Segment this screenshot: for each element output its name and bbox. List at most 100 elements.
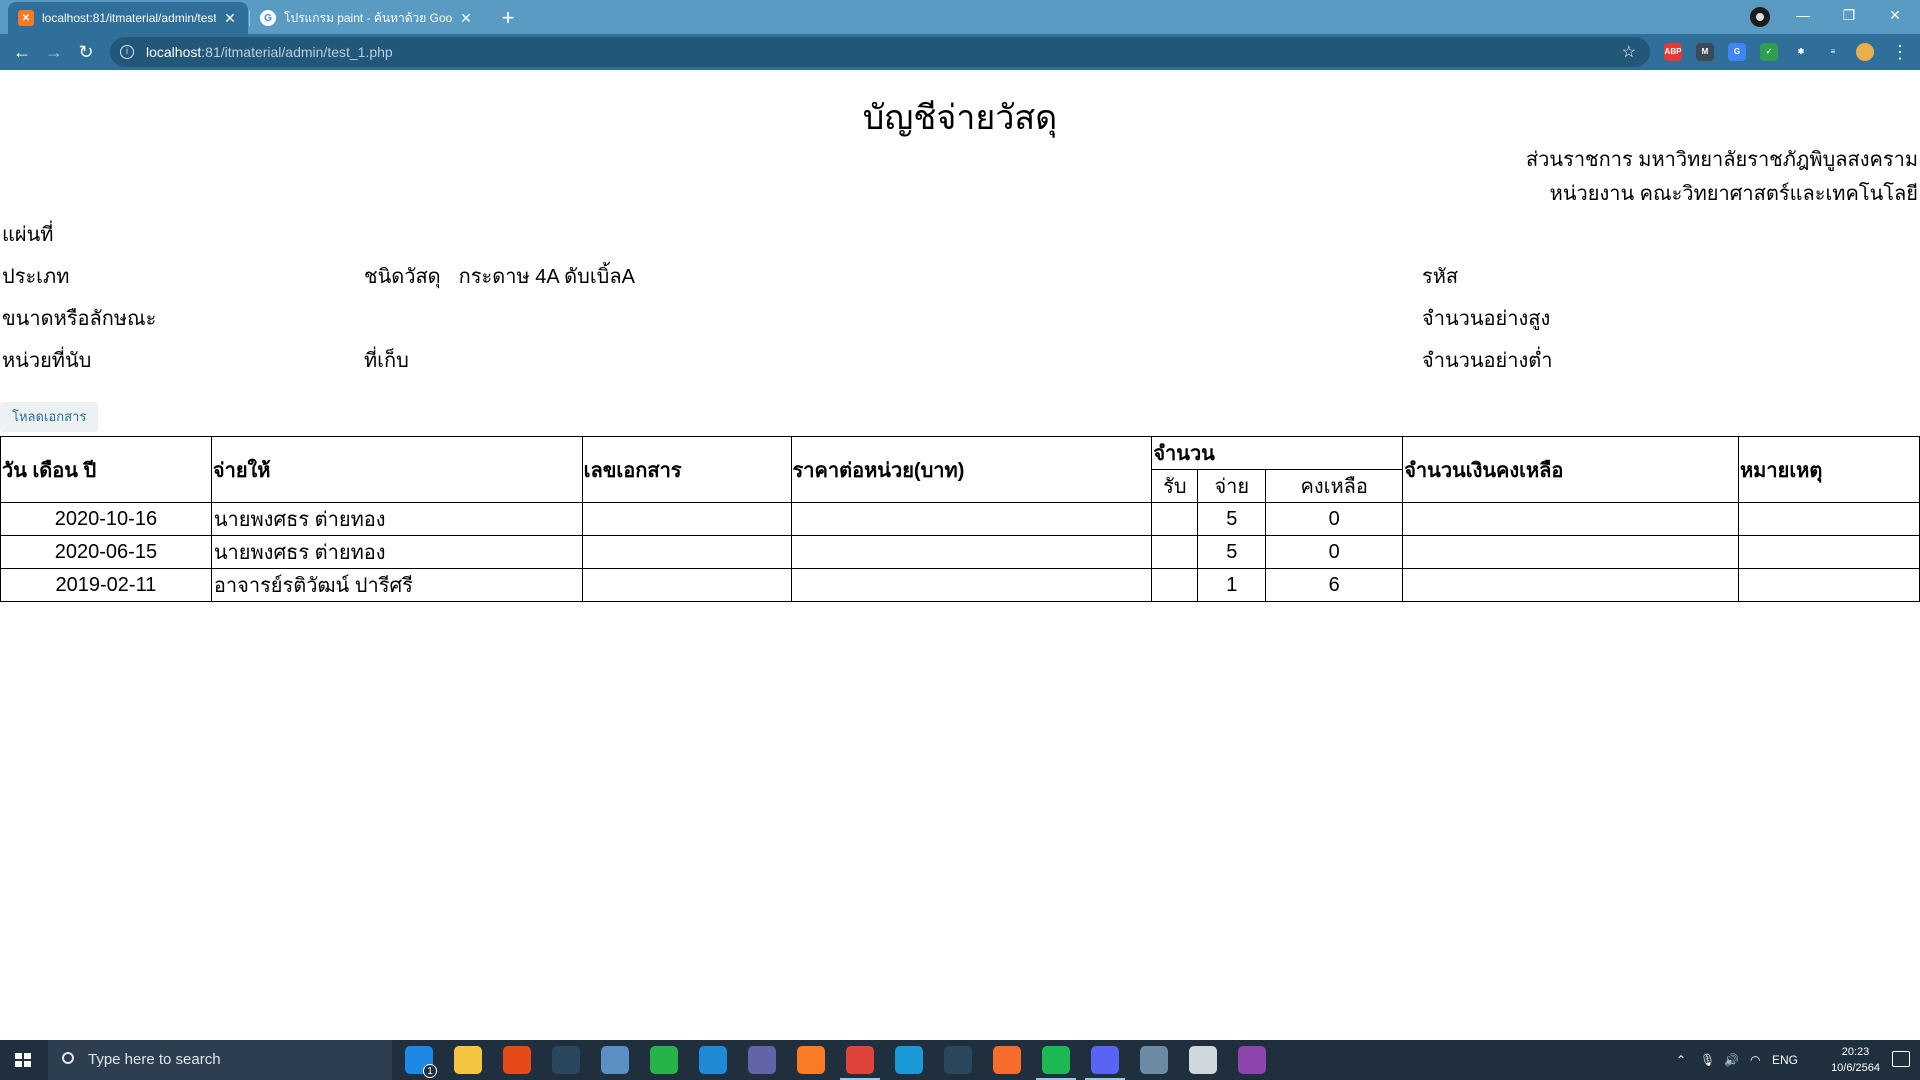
- tab-localhost[interactable]: ✕ localhost:81/itmaterial/admin/test_1.p…: [8, 2, 248, 34]
- tab-title: localhost:81/itmaterial/admin/test_1.php: [42, 11, 216, 25]
- cell-note: [1738, 535, 1920, 569]
- header-note: หมายเหตุ: [1738, 436, 1920, 503]
- issue-ledger-table: วัน เดือน ปี จ่ายให้ เลขเอกสาร ราคาต่อหน…: [0, 436, 1920, 602]
- material-label: ชนิดวัสดุ: [364, 266, 441, 288]
- office-icon[interactable]: [503, 1046, 531, 1074]
- cell-remaining: 6: [1265, 568, 1404, 602]
- search-icon: [62, 1052, 74, 1064]
- table-row: 2020-06-15 นายพงศธร ต่ายทอง 5 0: [0, 535, 1920, 569]
- cell-pay-to: นายพงศธร ต่ายทอง: [210, 502, 583, 536]
- cell-receive: [1151, 535, 1199, 569]
- wifi-icon[interactable]: ◠: [1750, 1040, 1760, 1080]
- cell-doc-no: [581, 502, 792, 536]
- taskbar-search[interactable]: Type here to search: [48, 1040, 392, 1080]
- origin-icon[interactable]: [993, 1046, 1021, 1074]
- header-unit-price: ราคาต่อหน่วย(บาท): [790, 436, 1153, 503]
- steam-icon-2[interactable]: [944, 1046, 972, 1074]
- cell-amount: [1402, 535, 1739, 569]
- code-label: รหัส: [1422, 266, 1459, 288]
- media-control-icon[interactable]: [1750, 7, 1770, 27]
- paint-drop-icon[interactable]: [1238, 1046, 1266, 1074]
- start-button[interactable]: [0, 1040, 46, 1080]
- chrome-icon[interactable]: [840, 1046, 880, 1080]
- url-text: localhost:81/itmaterial/admin/test_1.php: [146, 44, 393, 60]
- reload-button[interactable]: ↻: [72, 38, 100, 66]
- bookmark-star-icon[interactable]: ☆: [1622, 42, 1636, 62]
- file-explorer-icon[interactable]: [454, 1046, 482, 1074]
- download-document-button[interactable]: โหลดเอกสาร: [0, 402, 99, 432]
- google-icon: G: [260, 10, 276, 26]
- cell-amount: [1402, 502, 1739, 536]
- table-row: 2019-02-11 อาจารย์รติวัฒน์ ปารีศรี 1 6: [0, 568, 1920, 602]
- mail-badge: 1: [423, 1064, 437, 1078]
- translate-icon[interactable]: G: [1728, 43, 1746, 61]
- puzzle-icon[interactable]: ✱: [1792, 43, 1810, 61]
- header-issue: จ่าย: [1197, 469, 1267, 503]
- department-line: หน่วยงาน คณะวิทยาศาสตร์และเทคโนโลยี: [1549, 183, 1918, 205]
- menu-icon[interactable]: ⋮: [1886, 38, 1914, 66]
- cell-amount: [1402, 568, 1739, 602]
- header-doc-no: เลขเอกสาร: [581, 436, 792, 503]
- microphone-icon[interactable]: 🎙: [1700, 1040, 1715, 1080]
- back-button[interactable]: ←: [8, 38, 36, 66]
- url-path: :81/itmaterial/admin/test_1.php: [201, 44, 393, 60]
- restore-button[interactable]: ❐: [1826, 0, 1872, 30]
- discord-icon[interactable]: [1085, 1046, 1125, 1080]
- cell-pay-to: อาจารย์รติวัฒน์ ปารีศรี: [210, 568, 583, 602]
- cell-issue: 5: [1197, 535, 1267, 569]
- avatar-icon[interactable]: [1856, 43, 1874, 61]
- clock-date: 10/6/2564: [1831, 1062, 1880, 1074]
- cell-unit-price: [790, 502, 1153, 536]
- search-placeholder: Type here to search: [88, 1051, 221, 1068]
- network-icon[interactable]: [601, 1046, 629, 1074]
- unit-label: หน่วยที่นับ: [2, 350, 92, 372]
- new-tab-button[interactable]: +: [494, 4, 522, 32]
- remote-desktop-icon[interactable]: [1140, 1046, 1168, 1074]
- close-window-button[interactable]: ✕: [1872, 0, 1918, 30]
- material-field: ชนิดวัสดุ กระดาษ 4A ดับเบิ้ลA: [364, 260, 635, 292]
- xampp-icon[interactable]: [797, 1046, 825, 1074]
- cell-note: [1738, 568, 1920, 602]
- org-line: ส่วนราชการ มหาวิทยาลัยราชภัฎพิบูลสงคราม: [1525, 149, 1918, 171]
- size-label: ขนาดหรือลักษณะ: [2, 308, 157, 330]
- taskbar: Type here to search 1 ⌃ 🎙 🔊 ◠ ENG 20:23 …: [0, 1040, 1920, 1080]
- header-quantity: จำนวน: [1151, 436, 1404, 470]
- notification-icon[interactable]: [1892, 1051, 1910, 1067]
- reading-list-icon[interactable]: ≡: [1824, 43, 1842, 61]
- cell-issue: 5: [1197, 502, 1267, 536]
- shield-icon[interactable]: ✓: [1760, 43, 1778, 61]
- tab-google-search[interactable]: G โปรแกรม paint - ค้นหาด้วย Google ✕: [250, 2, 484, 34]
- teams-icon[interactable]: [748, 1046, 776, 1074]
- close-icon[interactable]: ✕: [222, 10, 238, 27]
- sheet-label: แผ่นที่: [2, 224, 54, 246]
- forward-button[interactable]: →: [40, 38, 68, 66]
- url-host: localhost: [146, 44, 202, 60]
- type-label: ประเภท: [2, 266, 70, 288]
- edge-icon[interactable]: [895, 1046, 923, 1074]
- page-content: บัญชีจ่ายวัสดุ ส่วนราชการ มหาวิทยาลัยราช…: [0, 70, 1920, 1040]
- taskbar-clock[interactable]: 20:23 10/6/2564: [1831, 1044, 1880, 1076]
- spotify-icon[interactable]: [1036, 1046, 1076, 1080]
- table-row: 2020-10-16 นายพงศธร ต่ายทอง 5 0: [0, 502, 1920, 536]
- browser-toolbar: ← → ↻ i localhost:81/itmaterial/admin/te…: [0, 34, 1920, 70]
- adblock-plus-icon[interactable]: ABP: [1664, 43, 1682, 61]
- mail-icon[interactable]: 1: [405, 1046, 437, 1078]
- vscode-icon[interactable]: [699, 1046, 727, 1074]
- close-icon[interactable]: ✕: [458, 10, 474, 27]
- settings-icon[interactable]: [1189, 1046, 1217, 1074]
- header-pay-to: จ่ายให้: [210, 436, 583, 503]
- address-bar[interactable]: i localhost:81/itmaterial/admin/test_1.p…: [110, 37, 1650, 67]
- material-value: กระดาษ 4A ดับเบิ้ลA: [458, 266, 635, 288]
- steam-icon[interactable]: [552, 1046, 580, 1074]
- language-indicator[interactable]: ENG: [1772, 1040, 1798, 1080]
- volume-icon[interactable]: 🔊: [1724, 1040, 1739, 1080]
- site-info-icon[interactable]: i: [120, 45, 134, 59]
- windows-logo-icon: [15, 1053, 31, 1067]
- m-extension-icon[interactable]: M: [1696, 43, 1714, 61]
- cell-date: 2020-10-16: [0, 502, 212, 536]
- app-green-icon[interactable]: [650, 1046, 678, 1074]
- header-receive: รับ: [1151, 469, 1199, 503]
- min-quantity-label: จำนวนอย่างต่ำ: [1422, 350, 1553, 372]
- chevron-up-icon[interactable]: ⌃: [1676, 1040, 1686, 1080]
- minimize-button[interactable]: —: [1780, 0, 1826, 30]
